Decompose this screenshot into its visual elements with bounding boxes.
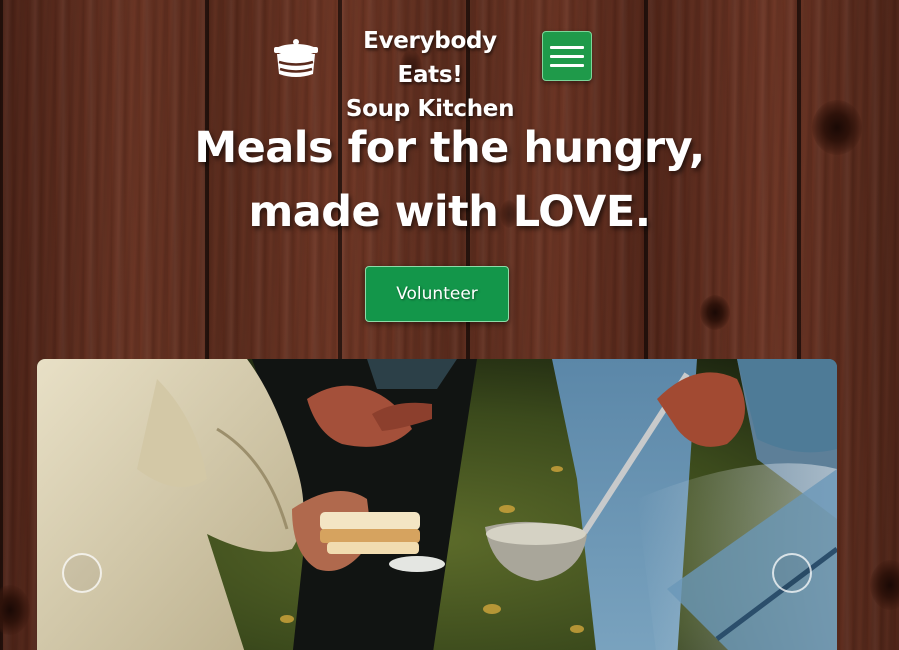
brand-title[interactable]: Everybody Eats! Soup Kitchen [330, 24, 530, 126]
site-header: Everybody Eats! Soup Kitchen [272, 24, 602, 122]
hamburger-menu-icon-bar [550, 63, 584, 67]
wood-knot [700, 295, 730, 330]
hero-title-line-1: Meals for the hungry, [194, 123, 705, 173]
hero-title-line-2: made with LOVE. [248, 187, 651, 237]
wood-knot [870, 560, 899, 610]
soup-pot-icon[interactable] [272, 32, 320, 82]
menu-toggle-button[interactable] [542, 31, 592, 81]
carousel-prev-circle-icon[interactable] [62, 553, 102, 593]
hamburger-menu-icon-bar [550, 54, 584, 58]
carousel-next-circle-icon[interactable] [772, 553, 812, 593]
wood-knot [0, 585, 30, 635]
brand-line-1: Everybody Eats! [363, 28, 497, 88]
volunteer-button[interactable]: Volunteer [365, 266, 509, 322]
hamburger-menu-icon [550, 45, 584, 49]
image-carousel [37, 359, 837, 650]
hero-title: Meals for the hungry, made with LOVE. [0, 116, 899, 244]
carousel-photo [37, 359, 837, 650]
